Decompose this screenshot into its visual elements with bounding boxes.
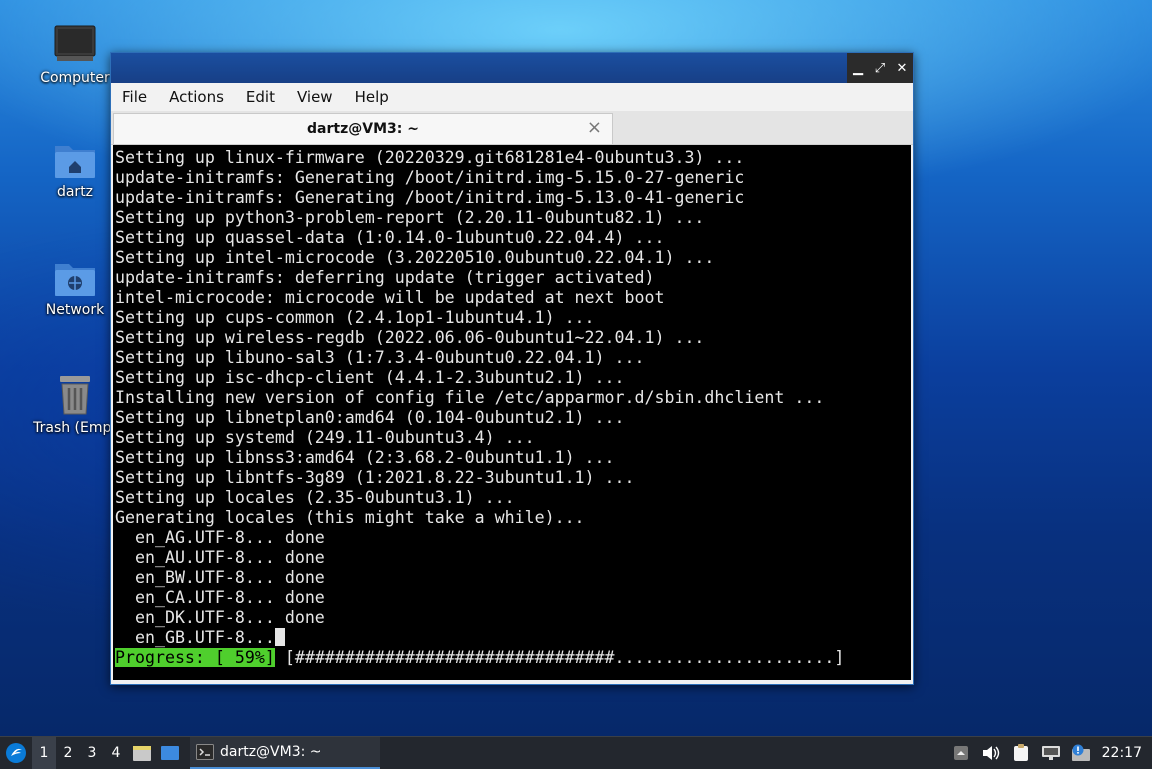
terminal-line: intel-microcode: microcode will be updat… [115,288,665,307]
menu-help[interactable]: Help [344,83,400,111]
terminal-line: Setting up systemd (249.11-0ubuntu3.4) .… [115,428,535,447]
terminal-line: Setting up cups-common (2.4.1op1-1ubuntu… [115,308,595,327]
menu-edit[interactable]: Edit [235,83,286,111]
terminal-line: Setting up libnss3:amd64 (2:3.68.2-0ubun… [115,448,615,467]
computer-icon [54,25,96,61]
terminal-icon [196,744,214,760]
terminal-line: Setting up libntfs-3g89 (1:2021.8.22-3ub… [115,468,635,487]
terminal-line: Setting up locales (2.35-0ubuntu3.1) ... [115,488,515,507]
terminal-line: Setting up linux-firmware (20220329.git6… [115,148,745,167]
tray-updates[interactable] [1066,737,1096,769]
close-button[interactable]: ✕ [893,59,911,77]
network-icon [1041,746,1060,760]
terminal-line: update-initramfs: Generating /boot/initr… [115,188,745,207]
workspace-2[interactable]: 2 [56,737,80,769]
clipboard-icon [1013,744,1028,761]
terminal-lines: Setting up linux-firmware (20220329.git6… [113,145,911,668]
terminal-line: en_AU.UTF-8... done [115,548,325,567]
show-desktop-icon [161,746,179,760]
tab-terminal[interactable]: dartz@VM3: ~ × [113,113,613,144]
update-notifier-icon [1071,744,1090,761]
terminal-line: en_AG.UTF-8... done [115,528,325,547]
workspace-4[interactable]: 4 [104,737,128,769]
terminal-line: Setting up wireless-regdb (2022.06.06-0u… [115,328,705,347]
terminal-line: Setting up libnetplan0:amd64 (0.104-0ubu… [115,408,625,427]
terminal-output[interactable]: Setting up linux-firmware (20220329.git6… [113,145,911,680]
file-manager-icon [133,746,151,761]
system-tray: 22:17 [946,737,1152,769]
chevron-up-icon [953,746,968,760]
terminal-line: Setting up python3-problem-report (2.20.… [115,208,705,227]
lubuntu-logo-icon [6,743,26,763]
menu-actions[interactable]: Actions [158,83,235,111]
taskbar-terminal-button[interactable]: dartz@VM3: ~ [190,737,380,769]
current-line-text: en_GB.UTF-8... [115,628,275,647]
taskbar: 1 2 3 4 dartz@VM3: ~ 22:17 [0,736,1152,769]
terminal-line: Setting up isc-dhcp-client (4.4.1-2.3ubu… [115,368,625,387]
menu-file[interactable]: File [111,83,158,111]
clock[interactable]: 22:17 [1096,745,1152,761]
progress-bar-text: [################################.......… [274,648,845,667]
minimize-button[interactable]: ▁ [849,59,867,77]
terminal-line: Setting up libuno-sal3 (1:7.3.4-0ubuntu0… [115,348,645,367]
quicklaunch-files[interactable] [128,737,156,769]
terminal-line: en_BW.UTF-8... done [115,568,325,587]
terminal-line: Installing new version of config file /e… [115,388,825,407]
terminal-window: ▁ ⤢ ✕ File Actions Edit View Help dartz@… [110,52,914,685]
window-controls: ▁ ⤢ ✕ [847,53,913,83]
terminal-line: update-initramfs: Generating /boot/initr… [115,168,745,187]
tray-expand-button[interactable] [946,737,976,769]
window-titlebar[interactable]: ▁ ⤢ ✕ [111,53,913,83]
terminal-line: en_CA.UTF-8... done [115,588,325,607]
terminal-line: update-initramfs: deferring update (trig… [115,268,655,287]
tab-close-button[interactable]: × [587,117,602,138]
quicklaunch-desktop[interactable] [156,737,184,769]
tray-clipboard[interactable] [1006,737,1036,769]
text-cursor [274,628,285,646]
progress-line: Progress: [ 59%] [######################… [115,648,911,668]
tab-bar: dartz@VM3: ~ × [111,111,913,145]
taskbar-task-label: dartz@VM3: ~ [220,744,322,760]
terminal-line: en_DK.UTF-8... done [115,608,325,627]
home-folder-icon [55,146,95,178]
terminal-line: Setting up intel-microcode (3.20220510.0… [115,248,715,267]
tab-title: dartz@VM3: ~ [307,121,419,137]
menu-bar: File Actions Edit View Help [111,83,913,111]
tray-volume[interactable] [976,737,1006,769]
progress-label: Progress: [ 59%] [115,648,275,667]
terminal-line: Generating locales (this might take a wh… [115,508,585,527]
maximize-button[interactable]: ⤢ [871,59,889,77]
start-menu-button[interactable] [0,737,32,769]
network-folder-icon [55,264,95,296]
trash-icon [60,376,90,415]
terminal-current-line: en_GB.UTF-8... [115,628,911,648]
menu-view[interactable]: View [286,83,344,111]
tray-network[interactable] [1036,737,1066,769]
volume-icon [982,746,999,760]
workspace-3[interactable]: 3 [80,737,104,769]
workspace-1[interactable]: 1 [32,737,56,769]
terminal-line: Setting up quassel-data (1:0.14.0-1ubunt… [115,228,665,247]
